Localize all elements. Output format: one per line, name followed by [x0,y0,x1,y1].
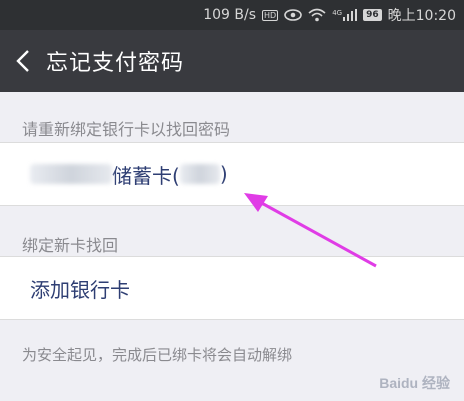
new-card-section-header: 绑定新卡找回 [22,236,119,255]
status-bar: 109 B/s HD 4G 96 晚上10:20 [0,0,464,30]
battery-icon: 96 [363,9,382,21]
wifi-icon [308,8,326,22]
hd-icon: HD [262,9,279,21]
add-bank-card-label: 添加银行卡 [30,277,130,302]
bound-card-item[interactable]: 储蓄卡( ) [0,142,464,206]
redacted-bank-name [30,164,112,184]
redacted-card-number [179,164,220,184]
bound-card-label: 储蓄卡( ) [30,160,228,189]
rebind-section-header: 请重新绑定银行卡以找回密码 [22,120,231,139]
eye-icon [284,9,303,21]
network-speed: 109 B/s [203,7,257,23]
watermark: Baidu 经验 [379,375,450,391]
battery-level: 96 [363,9,382,21]
hd-label: HD [262,9,279,21]
security-note: 为安全起见，完成后已绑卡将会自动解绑 [22,346,293,364]
clock: 晚上10:20 [387,8,456,24]
chevron-left-icon [16,50,29,72]
signal-label: 4G [332,9,343,17]
signal-icon: 4G [332,9,358,21]
add-bank-card-item[interactable]: 添加银行卡 [0,256,464,320]
card-type-label: 储蓄卡( [112,163,180,188]
back-button[interactable] [6,44,40,78]
nav-bar: 忘记支付密码 [0,30,464,92]
card-label-suffix: ) [219,162,228,186]
page-title: 忘记支付密码 [46,51,185,76]
